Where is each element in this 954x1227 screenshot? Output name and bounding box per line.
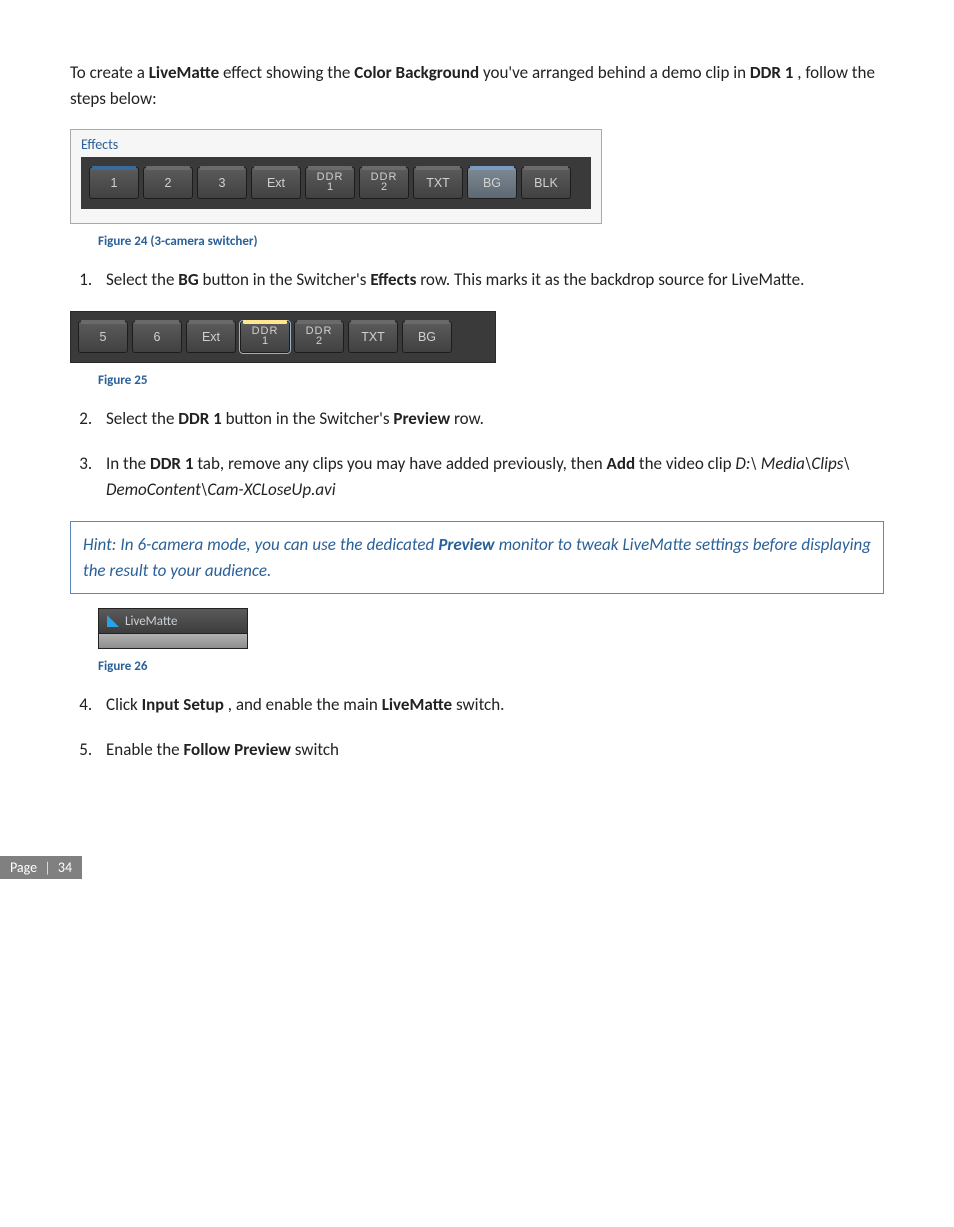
effects-button-row: 1 2 3 Ext DDR1 DDR2 TXT BG BLK — [81, 157, 591, 209]
preview-btn-txt[interactable]: TXT — [348, 321, 398, 353]
intro-paragraph: To create a LiveMatte effect showing the… — [70, 60, 884, 111]
livematte-tab-label: LiveMatte — [125, 614, 177, 629]
intro-text: To create a — [70, 62, 149, 83]
step-3: In the DDR 1 tab, remove any clips you m… — [96, 451, 884, 504]
step-1: Select the BG button in the Switcher's E… — [96, 267, 884, 293]
preview-btn-ddr2[interactable]: DDR2 — [294, 321, 344, 353]
step-4: Click Input Setup , and enable the main … — [96, 692, 884, 718]
figure-26-caption: Figure 26 — [98, 659, 884, 674]
effects-btn-ext[interactable]: Ext — [251, 167, 301, 199]
effects-btn-ddr1[interactable]: DDR1 — [305, 167, 355, 199]
livematte-panel-body — [98, 634, 248, 649]
step-5: Enable the Follow Preview switch — [96, 737, 884, 763]
figure-24-panel: Effects 1 2 3 Ext DDR1 DDR2 TXT BG BLK — [70, 129, 602, 224]
effects-btn-2[interactable]: 2 — [143, 167, 193, 199]
page-number-tag: Page | 34 — [0, 856, 82, 879]
hint-box: Hint: In 6-camera mode, you can use the … — [70, 521, 884, 594]
preview-btn-bg[interactable]: BG — [402, 321, 452, 353]
figure-26-panel: LiveMatte — [98, 608, 248, 649]
intro-text-3: you've arranged behind a demo clip in — [483, 62, 750, 83]
figure-25-caption: Figure 25 — [98, 373, 884, 388]
preview-btn-ddr1[interactable]: DDR1 — [240, 321, 290, 353]
livematte-tab[interactable]: LiveMatte — [98, 608, 248, 634]
figure-24-caption: Figure 24 (3-camera switcher) — [98, 234, 884, 249]
intro-bold-colorbg: Color Background — [354, 62, 479, 83]
preview-btn-6[interactable]: 6 — [132, 321, 182, 353]
effects-btn-ddr2[interactable]: DDR2 — [359, 167, 409, 199]
footer: Page | 34 — [70, 853, 884, 879]
figure-25-panel: 5 6 Ext DDR1 DDR2 TXT BG — [70, 311, 496, 363]
effects-panel-label: Effects — [81, 136, 591, 153]
effects-btn-1[interactable]: 1 — [89, 167, 139, 199]
preview-button-row: 5 6 Ext DDR1 DDR2 TXT BG — [78, 321, 488, 353]
effects-btn-3[interactable]: 3 — [197, 167, 247, 199]
effects-btn-bg[interactable]: BG — [467, 167, 517, 199]
preview-btn-ext[interactable]: Ext — [186, 321, 236, 353]
preview-btn-5[interactable]: 5 — [78, 321, 128, 353]
livematte-icon — [107, 615, 119, 627]
step-2: Select the DDR 1 button in the Switcher'… — [96, 406, 884, 432]
intro-bold-ddr1: DDR 1 — [750, 62, 793, 83]
effects-btn-blk[interactable]: BLK — [521, 167, 571, 199]
intro-bold-livematte: LiveMatte — [149, 62, 219, 83]
intro-text-2: effect showing the — [223, 62, 354, 83]
effects-btn-txt[interactable]: TXT — [413, 167, 463, 199]
